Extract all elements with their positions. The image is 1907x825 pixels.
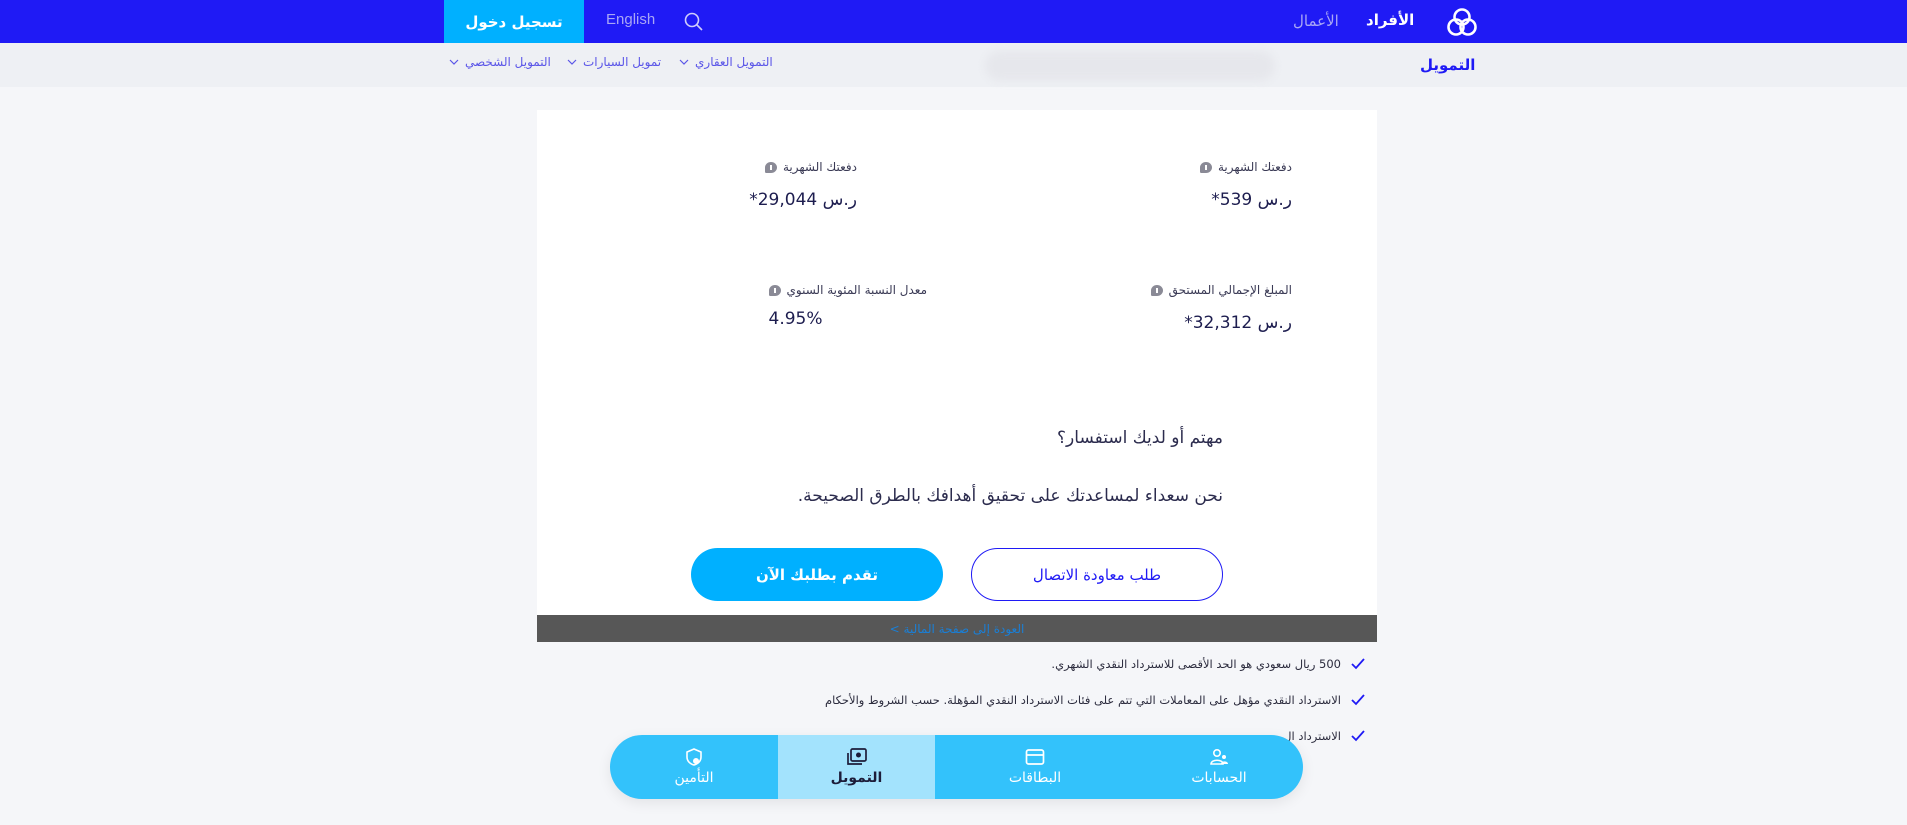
card-icon bbox=[1025, 749, 1045, 765]
info-icon[interactable] bbox=[764, 161, 777, 173]
menu-label: تمويل السيارات bbox=[583, 55, 662, 69]
chevron-down-icon bbox=[449, 59, 459, 65]
stat-label: المبلغ الإجمالي المستحق bbox=[1168, 283, 1292, 297]
stat-value: ر.س 32,312* bbox=[1184, 313, 1292, 333]
blurred-placeholder bbox=[985, 51, 1275, 81]
feature-text: 500 ريال سعودي هو الحد الأقصى للاسترداد … bbox=[1051, 657, 1341, 671]
list-item: 500 ريال سعودي هو الحد الأقصى للاسترداد … bbox=[1051, 657, 1365, 671]
chevron-down-icon bbox=[567, 59, 577, 65]
apply-now-button[interactable]: تقدم بطلبك الآن bbox=[691, 548, 943, 601]
bottom-nav-label: البطاقات bbox=[1008, 770, 1062, 786]
menu-label: التمويل الشخصي bbox=[465, 55, 551, 69]
request-callback-button[interactable]: طلب معاودة الاتصال bbox=[971, 548, 1223, 601]
menu-mortgage[interactable]: التمويل العقاري bbox=[679, 55, 773, 69]
nav-business[interactable]: الأعمال bbox=[1293, 12, 1339, 30]
section-title[interactable]: التمويل bbox=[1420, 56, 1475, 74]
section-subheader: التمويل التمويل العقاري تمويل السيارات ا… bbox=[0, 43, 1907, 87]
stat-total-amount: المبلغ الإجمالي المستحق ر.س 32,312* bbox=[1150, 283, 1292, 333]
inquiry-question: مهتم أو لديك استفسار؟ bbox=[1057, 428, 1223, 448]
bottom-nav-insurance[interactable]: التأمين bbox=[610, 735, 778, 799]
bottom-nav-finance[interactable]: التمويل bbox=[778, 735, 935, 799]
chevron-down-icon bbox=[679, 59, 689, 65]
nav-individuals[interactable]: الأفراد bbox=[1366, 11, 1414, 29]
menu-auto-finance[interactable]: تمويل السيارات bbox=[567, 55, 661, 69]
stat-apr: معدل النسبة المئوية السنوي 4.95% bbox=[768, 283, 927, 329]
results-card: دفعتك الشهرية ر.س 539* دفعتك الشهرية ر.س… bbox=[537, 110, 1377, 615]
stat-monthly-payment-2: دفعتك الشهرية ر.س 29,044* bbox=[749, 160, 857, 210]
stat-value: 4.95% bbox=[768, 309, 823, 329]
finance-icon bbox=[846, 748, 867, 765]
feature-text: الاسترداد النقدي مؤهل على المعاملات التي… bbox=[824, 693, 1341, 707]
bottom-navigation: الحسابات البطاقات التمويل التأمين bbox=[610, 735, 1303, 799]
back-bar: العودة إلى صفحة المالية > bbox=[537, 615, 1377, 642]
inquiry-subtitle: نحن سعداء لمساعدتك على تحقيق أهدافك بالط… bbox=[797, 486, 1223, 506]
bottom-nav-label: الحسابات bbox=[1191, 770, 1247, 786]
back-to-finance-link[interactable]: العودة إلى صفحة المالية > bbox=[890, 622, 1025, 636]
bottom-nav-label: التأمين bbox=[674, 770, 714, 786]
stat-label: دفعتك الشهرية bbox=[782, 160, 857, 174]
menu-personal-finance[interactable]: التمويل الشخصي bbox=[449, 55, 551, 69]
stat-label: دفعتك الشهرية bbox=[1217, 160, 1292, 174]
check-icon bbox=[1351, 694, 1365, 706]
bottom-nav-label: التمويل bbox=[830, 770, 883, 786]
bottom-nav-cards[interactable]: البطاقات bbox=[935, 735, 1135, 799]
insurance-icon bbox=[686, 748, 702, 766]
info-icon[interactable] bbox=[768, 284, 781, 296]
menu-label: التمويل العقاري bbox=[695, 55, 773, 69]
language-toggle[interactable]: English bbox=[606, 11, 655, 28]
stat-value: ر.س 539* bbox=[1211, 190, 1292, 210]
bank-logo-icon[interactable] bbox=[1446, 7, 1478, 37]
stat-monthly-payment-1: دفعتك الشهرية ر.س 539* bbox=[1199, 160, 1292, 210]
list-item: الاسترداد النقدي مؤهل على المعاملات التي… bbox=[825, 693, 1365, 707]
login-button[interactable]: تسجيل دخول bbox=[444, 0, 584, 43]
accounts-icon bbox=[1210, 748, 1228, 765]
info-icon[interactable] bbox=[1199, 161, 1212, 173]
search-icon[interactable] bbox=[683, 11, 705, 33]
stat-value: ر.س 29,044* bbox=[749, 190, 857, 210]
top-navigation-bar: الأفراد الأعمال English تسجيل دخول bbox=[0, 0, 1907, 43]
info-icon[interactable] bbox=[1150, 284, 1163, 296]
check-icon bbox=[1351, 730, 1365, 742]
stat-label: معدل النسبة المئوية السنوي bbox=[786, 283, 927, 297]
check-icon bbox=[1351, 658, 1365, 670]
bottom-nav-accounts[interactable]: الحسابات bbox=[1135, 735, 1303, 799]
